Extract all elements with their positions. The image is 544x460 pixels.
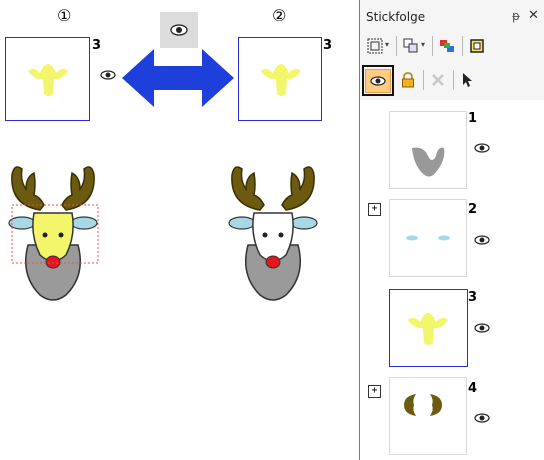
fit-view-button[interactable] bbox=[366, 37, 384, 55]
double-arrow-icon bbox=[122, 49, 234, 107]
pointer-button[interactable] bbox=[457, 70, 477, 90]
lock-button[interactable] bbox=[398, 70, 418, 90]
frame-button[interactable] bbox=[468, 37, 486, 55]
ears-part-shape bbox=[406, 235, 450, 241]
eye-icon bbox=[100, 70, 116, 80]
lock-icon bbox=[402, 72, 414, 88]
eye-icon[interactable] bbox=[474, 413, 490, 423]
list-item-thumbnail-selected[interactable] bbox=[389, 289, 468, 367]
color-sort-icon bbox=[440, 40, 454, 52]
step-label-2: ② bbox=[272, 6, 287, 25]
list-item-thumbnail[interactable] bbox=[389, 111, 467, 189]
expand-toggle[interactable]: + bbox=[368, 385, 381, 398]
frame-icon bbox=[470, 39, 484, 53]
yellow-part-shape bbox=[261, 64, 301, 96]
thumb-2-number: 3 bbox=[323, 38, 333, 53]
expand-toggle[interactable]: + bbox=[368, 203, 381, 216]
close-icon[interactable]: ✕ bbox=[528, 8, 539, 23]
pointer-icon bbox=[463, 73, 472, 87]
delete-button[interactable] bbox=[428, 70, 448, 90]
yellow-part-shape bbox=[408, 313, 448, 345]
color-sort-button[interactable] bbox=[438, 37, 456, 55]
panel-title: Stickfolge bbox=[366, 10, 426, 24]
eye-icon[interactable] bbox=[474, 143, 490, 153]
pin-icon[interactable]: ᵽ bbox=[512, 9, 520, 23]
list-item-number: 1 bbox=[468, 111, 478, 126]
thumbnail-before bbox=[5, 37, 90, 121]
yellow-part-shape bbox=[28, 64, 68, 96]
eye-icon bbox=[170, 24, 188, 36]
fit-view-icon bbox=[367, 38, 383, 54]
dropdown-arrow-icon[interactable]: ▾ bbox=[421, 40, 425, 49]
group-button[interactable] bbox=[402, 37, 420, 55]
step-label-1: ① bbox=[57, 6, 72, 25]
beard-part-shape bbox=[412, 147, 445, 177]
eye-icon bbox=[370, 75, 386, 86]
stitch-order-panel: Stickfolge ᵽ ✕ ▾ ▾ 1 + 2 3 + 4 bbox=[359, 0, 544, 460]
reindeer-design-before bbox=[8, 166, 99, 301]
antlers-part-shape bbox=[404, 394, 442, 416]
group-icon bbox=[403, 38, 418, 53]
dropdown-arrow-icon[interactable]: ▾ bbox=[385, 40, 389, 49]
stitch-order-list[interactable]: 1 + 2 3 + 4 bbox=[360, 100, 544, 460]
list-item-thumbnail[interactable] bbox=[389, 377, 467, 455]
eye-icon[interactable] bbox=[474, 323, 490, 333]
eye-icon[interactable] bbox=[474, 235, 490, 245]
eye-toggle-sample bbox=[160, 12, 198, 48]
thumb-1-number: 3 bbox=[92, 38, 102, 53]
show-hide-button[interactable] bbox=[362, 65, 394, 96]
thumbnail-after bbox=[238, 37, 322, 121]
list-item-number: 2 bbox=[468, 202, 478, 217]
list-item-thumbnail[interactable] bbox=[389, 199, 467, 277]
list-item-number: 4 bbox=[468, 381, 478, 396]
reindeer-design-after bbox=[228, 166, 318, 301]
delete-icon bbox=[432, 74, 444, 86]
list-item-number: 3 bbox=[468, 290, 478, 305]
